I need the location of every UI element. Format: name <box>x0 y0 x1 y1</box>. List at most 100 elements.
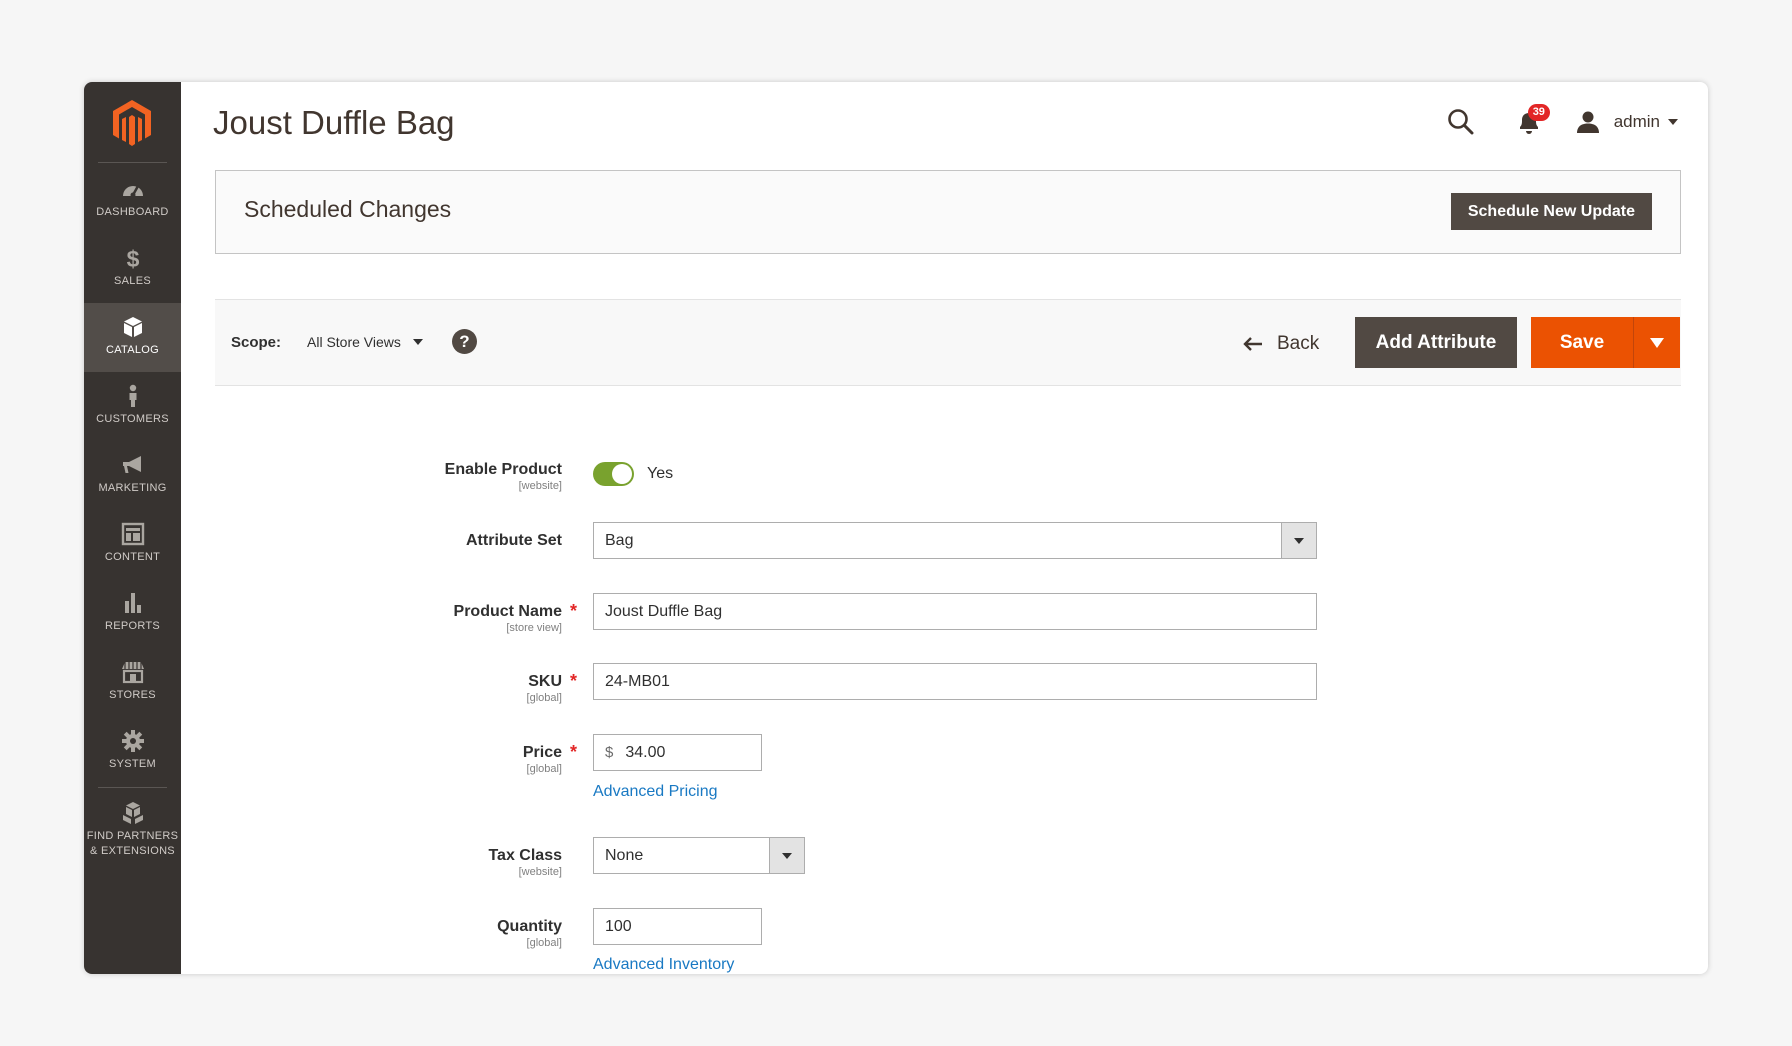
sidebar-item-label: REPORTS <box>104 620 161 632</box>
magento-logo[interactable] <box>109 98 155 148</box>
price-value: 34.00 <box>625 743 666 761</box>
field-label: Product Name <box>453 603 562 620</box>
select-toggle[interactable] <box>769 838 804 873</box>
schedule-new-update-button[interactable]: Schedule New Update <box>1450 193 1652 230</box>
field-label: Enable Product <box>444 461 562 478</box>
megaphone-icon <box>122 456 141 473</box>
caret-down-icon <box>1294 537 1304 544</box>
attribute-set-label: Attribute Set <box>466 531 562 551</box>
scope-value: All Store Views <box>307 334 401 350</box>
sidebar-item-label: STORES <box>109 689 156 701</box>
required-mark: * <box>570 671 578 691</box>
field-tax-class: Tax Class [website] None <box>84 837 1708 878</box>
back-button[interactable]: Back <box>1243 329 1319 359</box>
price-input[interactable]: $ 34.00 <box>593 734 762 771</box>
field-attribute-set: Attribute Set Bag <box>84 522 1708 559</box>
storefront-icon <box>121 662 144 684</box>
sidebar-item-label: CUSTOMERS <box>96 413 169 425</box>
field-scope: [global] <box>526 937 562 949</box>
enable-product-toggle[interactable] <box>593 462 634 486</box>
save-button[interactable]: Save <box>1531 317 1633 368</box>
svg-text:$: $ <box>126 246 139 270</box>
sidebar-item-sales[interactable]: $ SALES <box>84 234 181 303</box>
scheduled-changes-title: Scheduled Changes <box>244 196 452 222</box>
sidebar-item-catalog[interactable]: CATALOG <box>84 303 181 372</box>
page-actions-bar: Scope: All Store Views ? Back Add Attrib… <box>215 299 1681 386</box>
scope-switcher[interactable]: All Store Views <box>307 334 423 350</box>
field-scope: [global] <box>526 763 562 775</box>
person-icon <box>129 384 136 407</box>
box-icon <box>123 317 142 337</box>
chevron-down-icon[interactable] <box>1668 119 1678 125</box>
sidebar-item-label: CATALOG <box>105 344 160 356</box>
attribute-set-value: Bag <box>605 531 634 549</box>
sidebar-item-system[interactable]: SYSTEM <box>84 717 181 786</box>
sku-input[interactable]: 24-MB01 <box>593 663 1317 700</box>
sidebar-item-stores[interactable]: STORES <box>84 648 181 717</box>
attribute-set-select[interactable]: Bag <box>593 522 1317 559</box>
product-name-label: Product Name [store view] <box>454 602 562 635</box>
save-button-group: Save <box>1531 317 1680 368</box>
enable-product-value: Yes <box>647 465 674 482</box>
notification-badge: 39 <box>1527 104 1550 121</box>
sidebar-divider <box>98 787 167 788</box>
add-attribute-button[interactable]: Add Attribute <box>1355 317 1517 368</box>
field-label: Quantity <box>497 918 562 935</box>
required-mark: * <box>570 601 578 621</box>
quantity-label: Quantity [global] <box>497 917 562 950</box>
field-label: Price <box>522 744 562 761</box>
save-options-toggle[interactable] <box>1633 317 1680 368</box>
admin-window: DASHBOARD $ SALES CATALOG CUSTOMERS MARK… <box>84 82 1708 974</box>
user-icon[interactable] <box>1576 110 1600 134</box>
quantity-input[interactable]: 100 <box>593 908 762 945</box>
toggle-knob <box>612 464 632 484</box>
sidebar-divider <box>98 162 167 163</box>
field-label: Attribute Set <box>466 532 562 549</box>
cubes-icon <box>122 802 143 824</box>
sidebar-item-label: DASHBOARD <box>96 206 169 218</box>
sidebar-item-dashboard[interactable]: DASHBOARD <box>84 165 181 234</box>
arrow-left-icon <box>1243 337 1262 351</box>
tax-class-label: Tax Class [website] <box>488 846 562 879</box>
search-icon[interactable] <box>1446 107 1476 137</box>
advanced-pricing-link[interactable]: Advanced Pricing <box>593 783 718 801</box>
enable-product-toggle-wrap: Yes <box>593 462 673 486</box>
caret-down-icon <box>1650 337 1664 348</box>
sidebar-item-label: SALES <box>114 275 151 287</box>
page-title: Joust Duffle Bag <box>213 104 455 141</box>
back-button-label: Back <box>1277 333 1320 354</box>
sidebar-item-label: MARKETING <box>98 482 167 494</box>
chevron-down-icon <box>412 339 423 345</box>
bar-chart-icon <box>124 593 141 613</box>
field-scope: [website] <box>518 866 562 878</box>
field-label: Tax Class <box>488 847 562 864</box>
sidebar-item-reports[interactable]: REPORTS <box>84 579 181 648</box>
field-scope: [website] <box>518 480 562 492</box>
scope-label: Scope: <box>231 334 282 351</box>
sidebar-item-label: SYSTEM <box>108 758 157 770</box>
tax-class-value: None <box>605 846 644 864</box>
scheduled-changes-panel: Scheduled Changes Schedule New Update <box>215 170 1681 254</box>
field-scope: [store view] <box>506 622 562 634</box>
field-scope: [global] <box>526 692 562 704</box>
help-icon[interactable]: ? <box>452 329 477 354</box>
price-label: Price [global] <box>523 743 562 776</box>
dollar-icon: $ <box>126 246 139 270</box>
field-label: SKU <box>528 673 562 690</box>
header-tools: 39 admin <box>1446 102 1678 142</box>
sidebar-item-marketing[interactable]: MARKETING <box>84 441 181 510</box>
product-name-input[interactable]: Joust Duffle Bag <box>593 593 1317 630</box>
enable-product-label: Enable Product [website] <box>445 460 562 493</box>
advanced-inventory-link[interactable]: Advanced Inventory <box>593 956 734 974</box>
notifications-button[interactable]: 39 <box>1516 104 1550 136</box>
sidebar-item-customers[interactable]: CUSTOMERS <box>84 372 181 441</box>
user-menu[interactable]: admin <box>1614 112 1660 132</box>
dashboard-icon <box>122 185 143 198</box>
gear-icon <box>121 730 144 752</box>
sku-label: SKU [global] <box>527 672 562 705</box>
caret-down-icon <box>782 852 792 859</box>
currency-symbol: $ <box>605 744 614 761</box>
required-mark: * <box>570 742 578 762</box>
select-toggle[interactable] <box>1281 523 1316 558</box>
tax-class-select[interactable]: None <box>593 837 805 874</box>
